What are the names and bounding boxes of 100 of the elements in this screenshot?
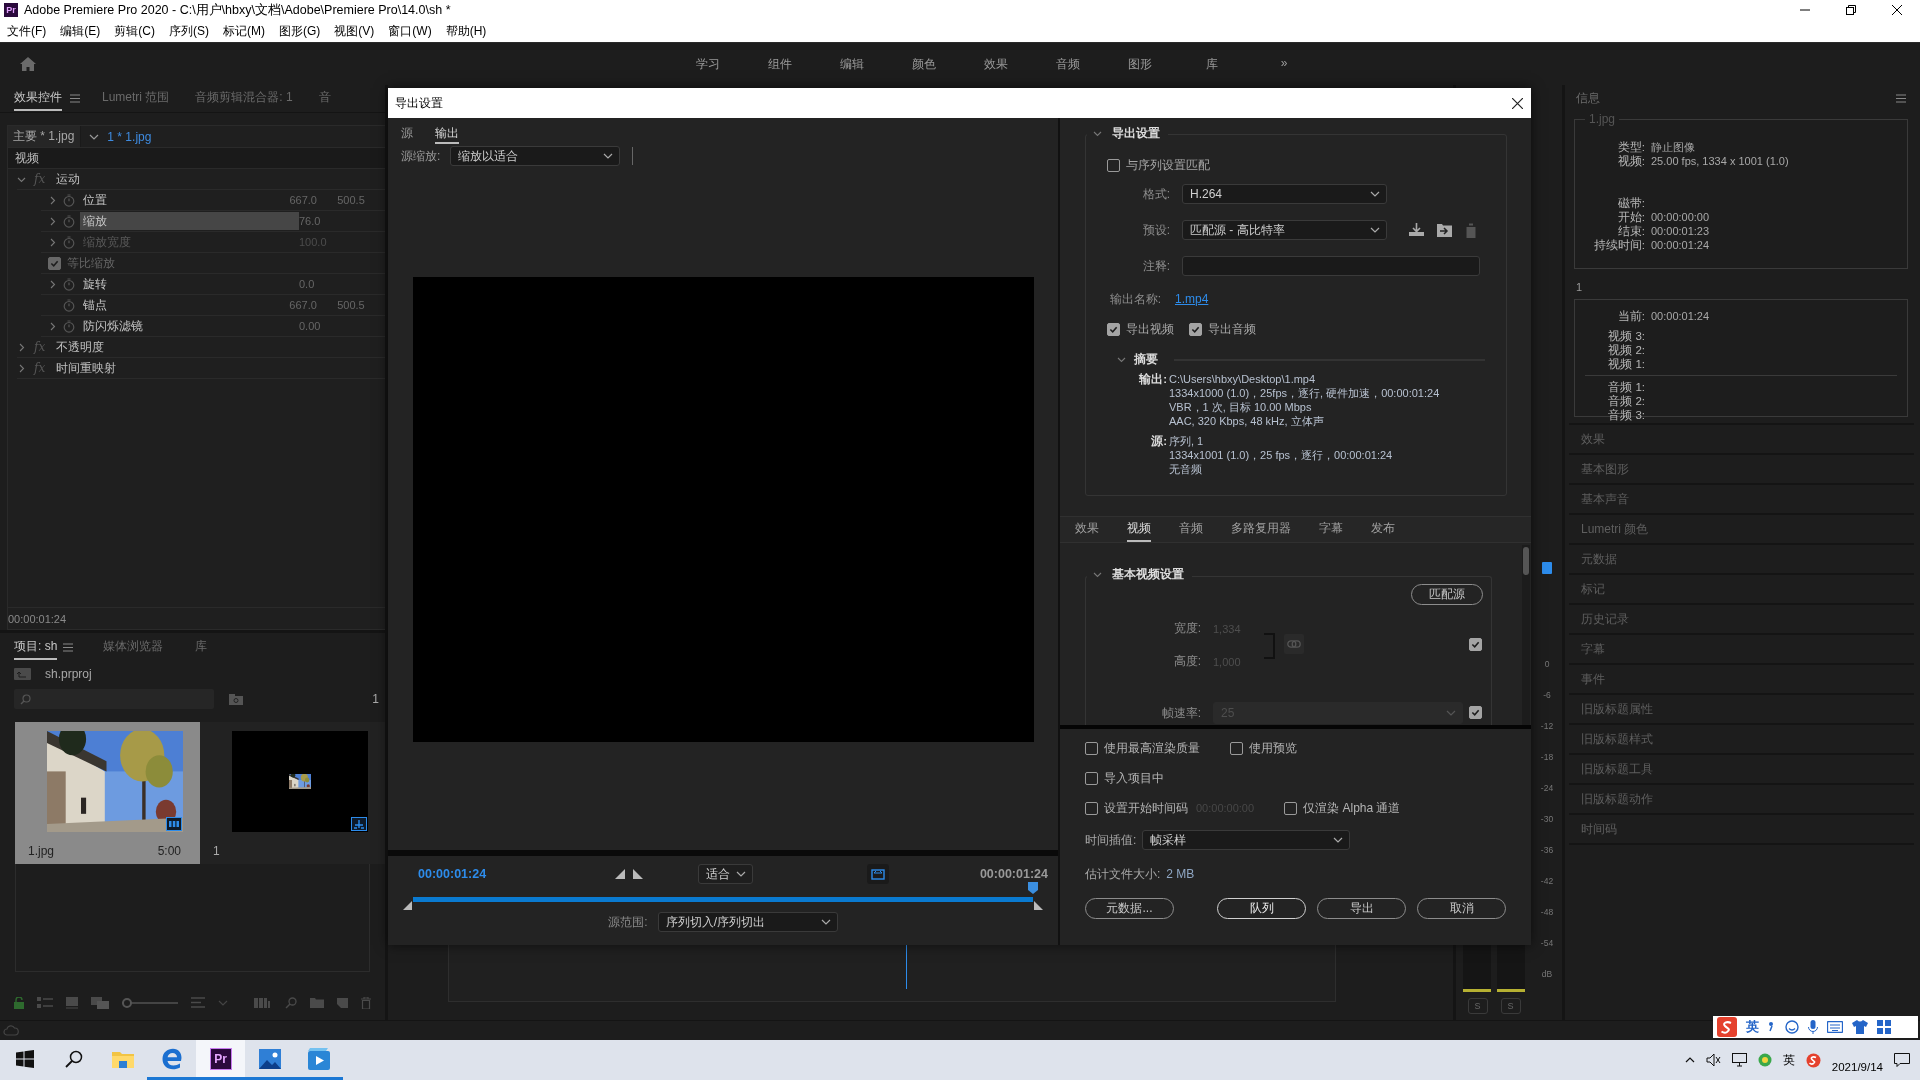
menu-item[interactable]: 视图(V) [334, 22, 375, 40]
menu-item[interactable]: 序列(S) [169, 22, 209, 40]
menu-item[interactable]: 编辑(E) [60, 22, 101, 40]
punctuation-icon[interactable] [1768, 1021, 1776, 1033]
menu-icon[interactable] [1896, 93, 1906, 103]
monitor-icon[interactable] [1731, 1053, 1747, 1067]
windows-icon[interactable] [15, 1049, 34, 1068]
checkbox[interactable] [1230, 741, 1243, 755]
input-method-icon[interactable] [1805, 1052, 1821, 1068]
mark-in-icon[interactable] [615, 869, 626, 879]
comments-field[interactable] [1182, 256, 1480, 276]
checkbox[interactable] [1284, 801, 1298, 815]
microphone-icon[interactable] [1808, 1020, 1818, 1034]
menu-icon[interactable] [63, 642, 74, 652]
workspace-tab[interactable]: 音频 [1032, 55, 1104, 73]
slider-thumb[interactable] [122, 998, 132, 1008]
dropdown[interactable]: 匹配源 - 高比特率 [1182, 220, 1387, 240]
meter-scale-label: -12 [1540, 720, 1554, 733]
dropdown[interactable]: 缩放以适合 [450, 146, 621, 166]
premiere-icon[interactable]: Pr [209, 1047, 232, 1070]
close-icon[interactable] [1512, 97, 1523, 109]
project-item[interactable]: 1.jpg 5:00 [15, 722, 200, 864]
workspace-tab[interactable]: 颜色 [888, 55, 960, 73]
menu-item[interactable]: 剪辑(C) [114, 22, 155, 40]
folder-icon[interactable] [111, 1049, 134, 1068]
in-point-handle[interactable] [403, 901, 412, 910]
checkbox[interactable] [1189, 322, 1202, 336]
emoji-icon[interactable] [1785, 1020, 1799, 1034]
panel-tab[interactable]: 音频剪辑混合器: 1 [195, 86, 293, 111]
zoom-slider[interactable] [122, 998, 178, 1008]
workspace-tab[interactable]: 编辑 [816, 55, 888, 73]
workspace-tab[interactable]: 组件 [744, 55, 816, 73]
import-preset-icon[interactable] [1437, 222, 1452, 237]
dropdown[interactable]: 帧采样 [1142, 830, 1351, 850]
settings-tab[interactable]: 多路复用器 [1231, 517, 1291, 542]
fit-button[interactable] [867, 864, 890, 884]
chevron-up-icon[interactable] [1684, 1057, 1695, 1063]
clip-source[interactable]: 主要 * 1.jpg [8, 126, 82, 147]
workspace-tab[interactable]: 库 [1176, 55, 1248, 73]
view-tab[interactable]: 源 [401, 122, 413, 144]
output-file-link[interactable]: 1.mp4 [1175, 292, 1209, 306]
lock-icon[interactable] [14, 997, 24, 1009]
menu-item[interactable]: 图形(G) [279, 22, 321, 40]
checkbox[interactable] [1085, 741, 1098, 755]
panel-tab[interactable]: 媒体浏览器 [103, 634, 164, 660]
settings-tab[interactable]: 视频 [1127, 517, 1151, 542]
checkbox[interactable] [1469, 638, 1482, 651]
menu-item[interactable]: 窗口(W) [388, 22, 432, 40]
grid-icon[interactable] [1877, 1020, 1891, 1034]
scrollbar[interactable] [1522, 545, 1530, 725]
mark-out-icon[interactable] [633, 869, 644, 879]
workspace-tab[interactable]: 图形 [1104, 55, 1176, 73]
out-point-handle[interactable] [1034, 901, 1043, 910]
browser-icon[interactable] [160, 1047, 183, 1070]
playhead-handle[interactable] [1028, 882, 1038, 894]
checkbox[interactable] [1107, 322, 1120, 336]
panel-tab[interactable]: 库 [195, 634, 208, 660]
panel-tab[interactable]: 音 [318, 86, 331, 111]
zoom-dropdown[interactable]: 适合 [698, 864, 754, 884]
panel-tab[interactable]: 项目: sh [14, 634, 58, 660]
ime-indicator[interactable]: 英 [1782, 1051, 1795, 1069]
workspace-tab[interactable]: 效果 [960, 55, 1032, 73]
panel-tab[interactable]: Lumetri 范围 [102, 86, 170, 111]
checkbox[interactable] [1085, 771, 1098, 785]
video-player-icon[interactable] [307, 1047, 330, 1070]
dialog-title: 导出设置 [395, 94, 443, 112]
info-label: 视频: [1616, 153, 1645, 169]
input-method-icon[interactable] [1717, 1017, 1737, 1037]
ime-mode[interactable]: 英 [1746, 1018, 1759, 1036]
notification-icon[interactable] [1894, 1053, 1910, 1067]
checkbox[interactable] [1107, 158, 1120, 172]
settings-tab[interactable]: 效果 [1075, 517, 1099, 542]
more-button[interactable]: » [1248, 55, 1320, 73]
shirt-icon[interactable] [1852, 1020, 1868, 1034]
restore-icon[interactable] [1846, 5, 1856, 15]
checkbox[interactable] [1085, 801, 1098, 815]
home-icon[interactable] [19, 56, 37, 72]
keyboard-icon[interactable] [1827, 1021, 1843, 1033]
marker-icon[interactable] [1542, 562, 1552, 574]
search-icon[interactable] [64, 1049, 83, 1068]
menu-item[interactable]: 标记(M) [223, 22, 265, 40]
checkbox[interactable] [48, 256, 61, 270]
checkbox-label: 设置开始时间码 [1104, 799, 1188, 817]
view-tab[interactable]: 输出 [435, 122, 459, 144]
dropdown[interactable]: 序列切入/序列切出 [657, 912, 838, 932]
dropdown[interactable]: H.264 [1182, 184, 1387, 204]
workspace-tab[interactable]: 学习 [672, 55, 744, 73]
photos-icon[interactable] [258, 1048, 281, 1069]
project-item[interactable]: 1 [200, 722, 385, 864]
menu-item[interactable]: 帮助(H) [445, 22, 487, 40]
panel-tab[interactable]: 效果控件 [14, 86, 62, 111]
save-preset-icon[interactable] [1409, 222, 1424, 236]
menu-item[interactable]: 文件(F) [7, 22, 47, 40]
settings-tab[interactable]: 音频 [1179, 517, 1203, 542]
speaker-icon[interactable] [1705, 1053, 1721, 1067]
settings-tab[interactable]: 发布 [1371, 517, 1395, 542]
close-icon[interactable] [1892, 5, 1902, 15]
search-field[interactable] [14, 689, 214, 709]
settings-tab[interactable]: 字幕 [1319, 517, 1343, 542]
menu-icon[interactable] [70, 94, 80, 103]
